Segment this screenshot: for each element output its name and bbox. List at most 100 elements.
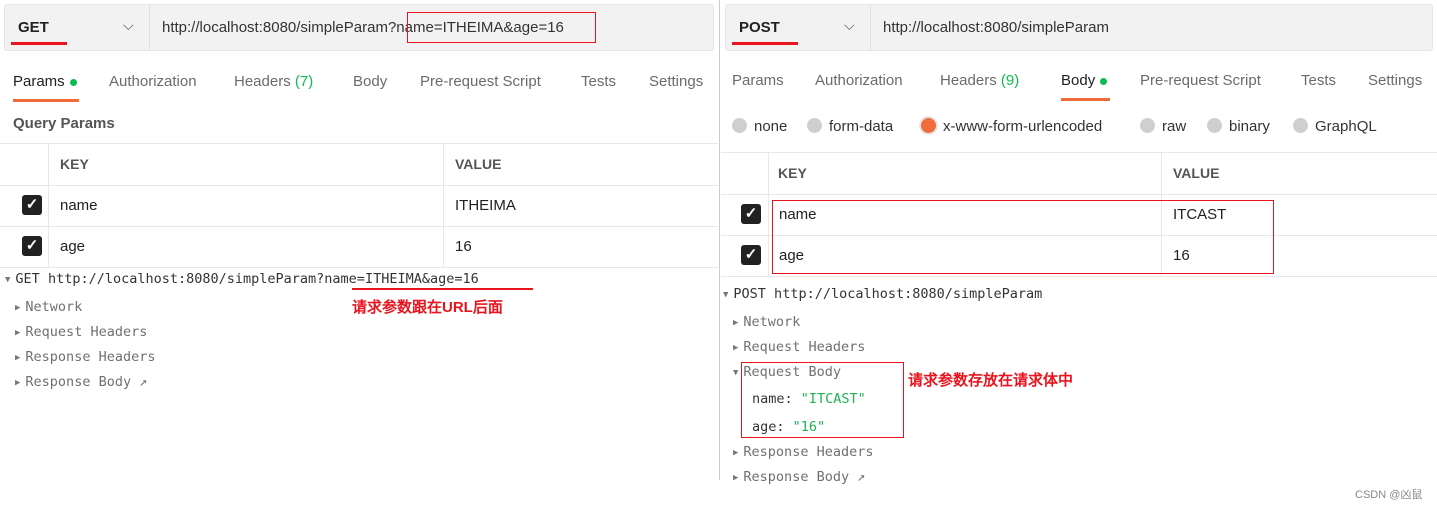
key-cell[interactable]: name [60, 197, 98, 214]
radio-label: GraphQL [1315, 118, 1377, 135]
body-type-binary[interactable]: binary [1207, 118, 1270, 135]
annotation-box [772, 200, 1274, 274]
tab-headers[interactable]: Headers (9) [940, 72, 1019, 89]
url-input[interactable]: http://localhost:8080/simpleParam [883, 19, 1109, 36]
tab-headers[interactable]: Headers (7) [234, 73, 313, 90]
console-item-label: Response Body ↗ [743, 469, 866, 485]
tab-settings[interactable]: Settings [1368, 72, 1422, 89]
tab-label: Params [13, 73, 65, 90]
tab-params[interactable]: Params [13, 73, 77, 90]
tab-label: Pre-request Script [420, 73, 541, 90]
triangle-right-icon: ▶ [733, 448, 739, 458]
tab-body[interactable]: Body [353, 73, 387, 90]
tab-tests[interactable]: Tests [581, 73, 616, 90]
divider [721, 276, 1437, 277]
console-item[interactable]: ▶ Request Headers [15, 324, 147, 340]
body-type-raw[interactable]: raw [1140, 118, 1186, 135]
row-checkbox[interactable]: ✓ [22, 236, 42, 256]
row-checkbox[interactable]: ✓ [741, 204, 761, 224]
console-item-label: Response Headers [25, 349, 156, 365]
radio-icon [1293, 118, 1308, 133]
tab-label: Headers [234, 73, 291, 90]
body-type-none[interactable]: none [732, 118, 787, 135]
tab-label: Body [353, 73, 388, 90]
console-item[interactable]: ▶ Response Body ↗ [733, 469, 865, 485]
method-select[interactable]: GET [18, 19, 49, 36]
divider [721, 152, 1437, 153]
console-item-label: Request Headers [25, 324, 148, 340]
divider [768, 152, 769, 276]
body-type-GraphQL[interactable]: GraphQL [1293, 118, 1377, 135]
row-checkbox[interactable]: ✓ [741, 245, 761, 265]
value-cell[interactable]: 16 [455, 238, 472, 255]
divider [0, 267, 718, 268]
section-title: Query Params [13, 115, 115, 132]
tab-label: Pre-request Script [1140, 72, 1261, 89]
console-request-line[interactable]: ▼ GET http://localhost:8080/simpleParam?n… [5, 271, 479, 287]
triangle-right-icon: ▶ [733, 473, 739, 483]
radio-label: x-www-form-urlencoded [943, 118, 1103, 135]
body-type-x-www-form-urlencoded[interactable]: x-www-form-urlencoded [921, 118, 1102, 135]
active-tab-indicator [13, 99, 79, 102]
radio-label: none [754, 118, 788, 135]
tab-label: Headers [940, 72, 997, 89]
console-item[interactable]: ▶ Request Headers [733, 339, 865, 355]
triangle-right-icon: ▶ [15, 353, 21, 363]
divider [721, 194, 1437, 195]
triangle-right-icon: ▶ [733, 343, 739, 353]
tab-authorization[interactable]: Authorization [109, 73, 197, 90]
console-item[interactable]: ▶ Network [733, 314, 800, 330]
row-checkbox[interactable]: ✓ [22, 195, 42, 215]
tab-pre-request-script[interactable]: Pre-request Script [1140, 72, 1261, 89]
tab-params[interactable]: Params [732, 72, 784, 89]
tab-label: Tests [1301, 72, 1337, 89]
console-item[interactable]: ▶ Network [15, 299, 82, 315]
tab-authorization[interactable]: Authorization [815, 72, 903, 89]
console-item[interactable]: ▶ Response Headers [15, 349, 155, 365]
chevron-down-icon[interactable]: ⌵ [844, 17, 855, 34]
triangle-down-icon: ▼ [723, 290, 729, 300]
divider [48, 143, 49, 267]
radio-icon [732, 118, 747, 133]
status-dot-icon [69, 78, 77, 86]
annotation-underline [352, 288, 533, 290]
tab-label: Body [1061, 72, 1096, 89]
get-request-panel: GET ⌵ http://localhost:8080/simpleParam?… [0, 0, 718, 508]
triangle-down-icon: ▼ [733, 368, 739, 378]
triangle-right-icon: ▶ [15, 303, 21, 313]
tab-tests[interactable]: Tests [1301, 72, 1336, 89]
tab-pre-request-script[interactable]: Pre-request Script [420, 73, 541, 90]
triangle-right-icon: ▶ [733, 318, 739, 328]
value-cell[interactable]: ITHEIMA [455, 197, 516, 214]
tab-label: Authorization [109, 73, 197, 90]
divider [870, 5, 871, 50]
radio-icon [1140, 118, 1155, 133]
divider [0, 185, 718, 186]
console-item[interactable]: ▶ Response Body ↗ [15, 374, 147, 390]
tab-body[interactable]: Body [1061, 72, 1108, 89]
divider [443, 143, 444, 267]
divider [0, 143, 718, 144]
key-cell[interactable]: age [60, 238, 85, 255]
watermark: CSDN @凶鼠 [1355, 489, 1423, 501]
console-item-label: Response Headers [743, 444, 874, 460]
console-request-line[interactable]: ▼ POST http://localhost:8080/simpleParam [723, 286, 1042, 302]
console-item-label: Request Headers [743, 339, 866, 355]
tab-label: Params [732, 72, 784, 89]
console-item[interactable]: ▶ Response Headers [733, 444, 873, 460]
radio-icon [807, 118, 822, 133]
url-bar: POST ⌵ http://localhost:8080/simpleParam [725, 4, 1433, 51]
column-header-key: KEY [778, 165, 807, 181]
url-base: http://localhost:8080/simpleParam [162, 19, 388, 36]
tab-label: Authorization [815, 72, 903, 89]
console-method: GET [15, 271, 40, 287]
console-item-label: Network [743, 314, 801, 330]
method-select[interactable]: POST [739, 19, 780, 36]
tab-count: (9) [1000, 72, 1020, 89]
divider [0, 226, 718, 227]
chevron-down-icon[interactable]: ⌵ [123, 17, 134, 34]
post-request-panel: POST ⌵ http://localhost:8080/simpleParam… [721, 0, 1437, 508]
body-type-form-data[interactable]: form-data [807, 118, 893, 135]
annotation-text: 请求参数跟在URL后面 [352, 299, 503, 316]
tab-settings[interactable]: Settings [649, 73, 703, 90]
